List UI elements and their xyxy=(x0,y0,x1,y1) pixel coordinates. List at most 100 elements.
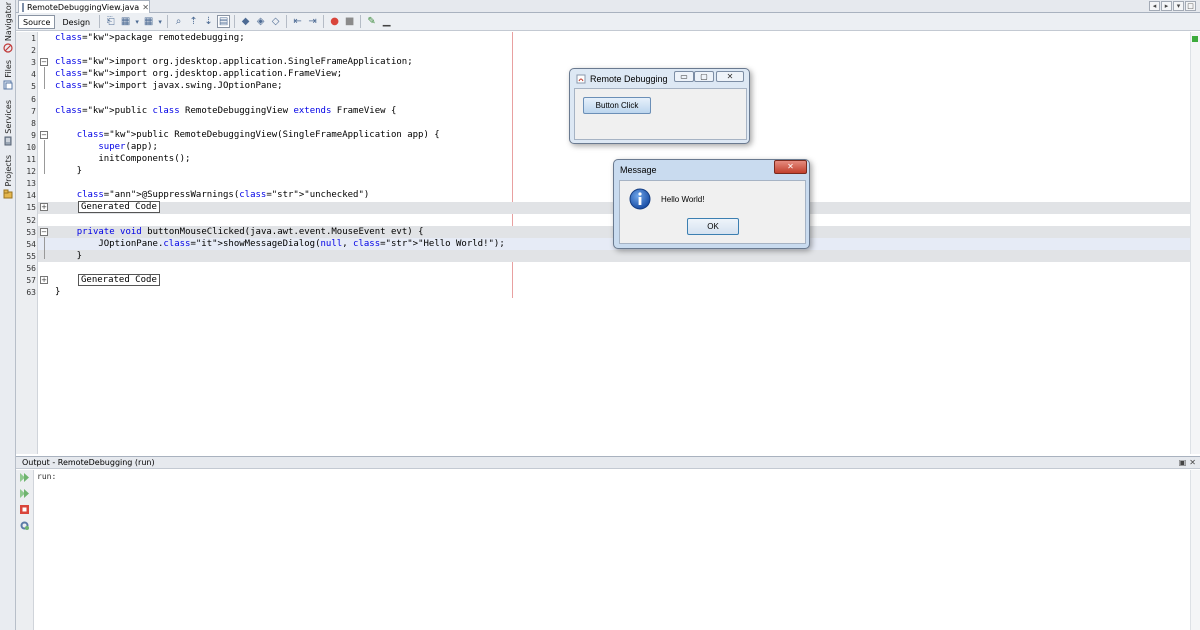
code-line: } xyxy=(55,287,61,298)
tab-list-dropdown-icon[interactable]: ▾ xyxy=(1173,1,1184,11)
button-click-button[interactable]: Button Click xyxy=(583,97,651,114)
line-number: 11 xyxy=(26,155,36,164)
code-token: void xyxy=(120,226,142,237)
code-token: super xyxy=(98,141,126,152)
line-number: 9 xyxy=(31,130,36,140)
shift-right-icon[interactable]: ⇥ xyxy=(306,15,319,28)
maximize-window-icon[interactable]: ▢ xyxy=(694,71,714,82)
scroll-tabs-right-icon[interactable]: ▸ xyxy=(1161,1,1172,11)
line-number: 63 xyxy=(26,288,36,298)
code-token: extends xyxy=(293,105,332,116)
editor-scrollbar[interactable] xyxy=(1190,32,1200,454)
generated-code-label[interactable]: Generated Code xyxy=(78,201,160,214)
code-line: super(app); xyxy=(98,141,158,152)
scroll-tabs-left-icon[interactable]: ◂ xyxy=(1149,1,1160,11)
generated-code-fold[interactable]: Generated Code xyxy=(78,201,160,214)
toggle-bookmark-icon[interactable]: ◇ xyxy=(269,15,282,28)
back-icon[interactable]: ▦ xyxy=(119,15,132,28)
minimize-window-icon[interactable]: ▭ xyxy=(674,71,694,82)
toolbar-separator xyxy=(99,15,101,28)
code-token: class xyxy=(55,105,83,116)
collapse-fold-icon[interactable]: − xyxy=(40,58,48,67)
line-number: 4 xyxy=(31,70,36,80)
fold-guide xyxy=(44,236,45,259)
window-content: Button Click xyxy=(574,88,747,140)
output-console-text[interactable]: run: xyxy=(37,472,56,481)
remote-debugging-window[interactable]: Remote Debugging ▭ ▢ ✕ Button Click xyxy=(569,68,750,144)
editor-tab-filename: RemoteDebuggingView.java xyxy=(27,2,140,12)
collapse-fold-icon[interactable]: − xyxy=(40,227,48,236)
code-token: class xyxy=(163,238,191,249)
code-line: class="kw">import org.jdesktop.applicati… xyxy=(55,57,413,68)
line-number: 5 xyxy=(31,82,36,92)
forward-icon[interactable]: ▦ xyxy=(142,15,155,28)
rerun-with-options-icon[interactable] xyxy=(19,488,30,499)
message-dialog[interactable]: Message ✕ Hello World! OK xyxy=(613,159,810,249)
code-token: class xyxy=(55,33,83,43)
code-line: class="kw">package remotedebugging; xyxy=(55,33,245,43)
comment-code-icon[interactable]: ▁ xyxy=(380,15,393,28)
code-token: class xyxy=(152,105,180,116)
editor-tab-bar: RemoteDebuggingView.java ✕ ◂ ▸ ▾ □ xyxy=(16,0,1200,13)
ok-button[interactable]: OK xyxy=(687,218,739,235)
toolbar-separator xyxy=(167,15,169,28)
stop-macro-icon[interactable]: ■ xyxy=(343,15,356,28)
editor-tab-file[interactable]: RemoteDebuggingView.java ✕ xyxy=(18,0,150,13)
code-line: class="kw">public class RemoteDebuggingV… xyxy=(55,105,397,116)
generated-code-label[interactable]: Generated Code xyxy=(78,274,160,286)
expand-fold-icon[interactable]: + xyxy=(40,203,48,212)
find-icon[interactable]: ⌕ xyxy=(172,15,185,28)
side-tab-services[interactable]: Services xyxy=(0,100,16,146)
dropdown-icon[interactable]: ▾ xyxy=(134,15,140,28)
start-macro-icon[interactable]: ● xyxy=(328,15,341,28)
code-token: class xyxy=(353,238,381,249)
line-number: 55 xyxy=(26,251,36,261)
shift-left-icon[interactable]: ⇤ xyxy=(291,15,304,28)
tab-navigation: ◂ ▸ ▾ □ xyxy=(1149,1,1196,11)
side-tab-bar: Navigator Files Services Projects xyxy=(0,0,16,630)
source-view-button[interactable]: Source xyxy=(18,14,56,29)
side-tab-projects[interactable]: Projects xyxy=(0,155,16,199)
close-panel-icon[interactable]: ✕ xyxy=(1189,458,1196,467)
find-next-icon[interactable]: ⇣ xyxy=(202,15,215,28)
collapse-fold-icon[interactable]: − xyxy=(40,130,48,139)
minimize-panel-icon[interactable]: ▣ xyxy=(1179,458,1187,467)
code-line: class="ann">@SuppressWarnings(class="str… xyxy=(76,190,370,201)
line-number: 10 xyxy=(26,142,36,152)
previous-bookmark-icon[interactable]: ◆ xyxy=(239,15,252,28)
next-bookmark-icon[interactable]: ◈ xyxy=(254,15,267,28)
output-scrollbar[interactable] xyxy=(1190,470,1200,630)
settings-icon[interactable] xyxy=(19,520,30,531)
find-previous-icon[interactable]: ⇡ xyxy=(187,15,200,28)
code-line: JOptionPane.class="it">showMessageDialog… xyxy=(55,238,505,249)
design-view-button[interactable]: Design xyxy=(57,15,95,29)
line-number: 56 xyxy=(26,263,36,273)
code-line: class="kw">import javax.swing.JOptionPan… xyxy=(55,81,283,92)
close-window-icon[interactable]: ✕ xyxy=(716,71,744,82)
check-code-icon[interactable]: ✎ xyxy=(365,15,378,28)
no-errors-marker xyxy=(1192,36,1198,42)
dropdown-icon[interactable]: ▾ xyxy=(157,15,163,28)
line-number: 12 xyxy=(26,167,36,177)
line-number: 53 xyxy=(26,227,36,237)
services-icon xyxy=(4,136,12,146)
line-number: 57 xyxy=(26,276,36,285)
fold-guide xyxy=(44,139,45,175)
expand-fold-icon[interactable]: + xyxy=(40,276,48,284)
maximize-window-icon[interactable]: □ xyxy=(1185,1,1196,11)
stop-icon[interactable] xyxy=(19,504,30,515)
generated-code-fold[interactable]: Generated Code xyxy=(78,274,160,286)
code-line: class="kw">public RemoteDebuggingView(Si… xyxy=(76,129,440,140)
close-dialog-icon[interactable]: ✕ xyxy=(774,160,807,174)
side-tab-files[interactable]: Files xyxy=(0,60,16,90)
java-file-icon xyxy=(22,2,24,12)
side-tab-navigator[interactable]: Navigator xyxy=(0,2,16,53)
line-number: 3 xyxy=(31,58,36,68)
code-token: class xyxy=(55,69,83,80)
last-edit-icon[interactable]: ⎗ xyxy=(104,15,117,28)
toggle-highlight-icon[interactable]: ▤ xyxy=(217,15,231,28)
rerun-icon[interactable] xyxy=(19,472,30,483)
side-tab-label: Projects xyxy=(3,155,13,187)
close-tab-icon[interactable]: ✕ xyxy=(142,3,149,12)
code-line: initComponents(); xyxy=(55,154,191,164)
